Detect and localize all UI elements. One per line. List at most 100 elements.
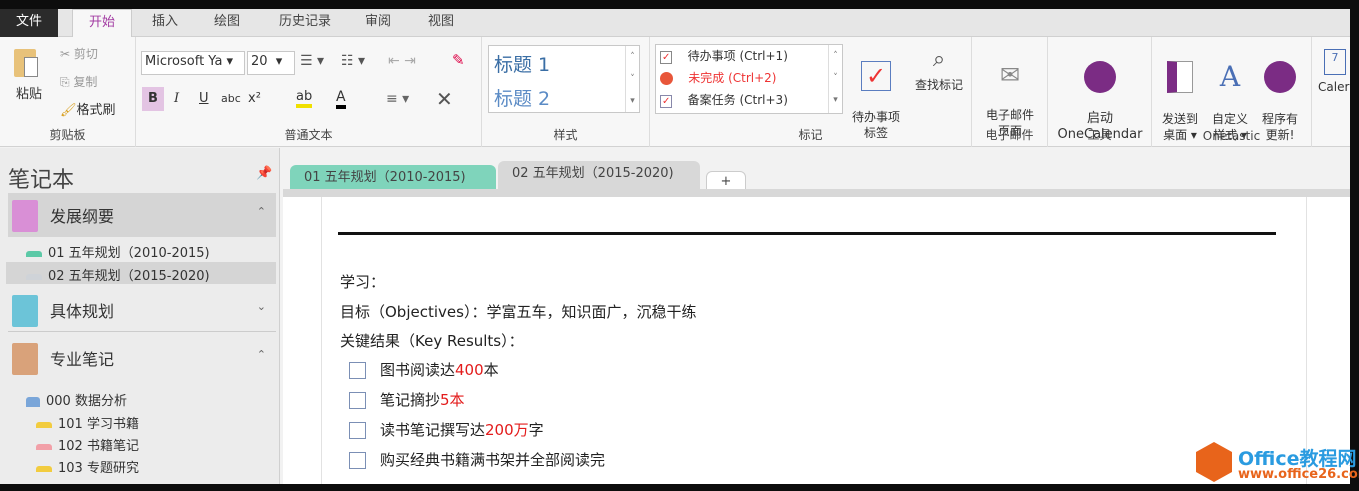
strikethrough-button[interactable]: abc	[221, 92, 241, 105]
gear-icon	[1264, 61, 1296, 93]
section-item[interactable]: 102 书籍笔记	[36, 435, 139, 454]
cut-button[interactable]: ✂ 剪切	[60, 45, 98, 62]
tab-view[interactable]: 视图	[416, 9, 466, 37]
tab-history[interactable]: 历史记录	[262, 9, 348, 37]
underline-button[interactable]: U	[199, 91, 209, 106]
styles-gallery[interactable]: 标题 1 标题 2 ˄ ˅ ▾	[488, 45, 640, 113]
section-tab-2015-2020[interactable]: 02 五年规划（2015-2020)	[498, 161, 700, 191]
styles-scroll[interactable]: ˄ ˅ ▾	[625, 46, 639, 112]
section-label: 02 五年规划（2015-2020)	[48, 269, 210, 284]
notebook-item[interactable]: 具体规划 ⌄	[8, 288, 276, 332]
copy-button[interactable]: ⎘ 复制	[60, 73, 97, 90]
styles-group: 标题 1 标题 2 ˄ ˅ ▾ 样式	[482, 37, 650, 147]
section-label: 103 专题研究	[58, 461, 139, 476]
todo-highlight: 200万	[485, 421, 529, 439]
notebook-item[interactable]: 发展纲要 ⌃	[8, 193, 276, 237]
content-heading: 学习：	[340, 273, 386, 291]
objective-line[interactable]: 目标（Objectives）：学富五车，知识面广，沉稳干练	[340, 301, 696, 322]
section-label: 101 学习书籍	[58, 417, 139, 432]
section-item[interactable]: 01 五年规划（2010-2015)	[26, 242, 210, 261]
horizontal-rule	[338, 232, 1276, 235]
font-name-value: Microsoft Ya	[145, 54, 223, 69]
chevron-down-icon[interactable]: ⌄	[257, 300, 266, 313]
tag-backup-task[interactable]: ✓ 备案任务 (Ctrl+3)	[660, 91, 788, 108]
todo-item[interactable]: 图书阅读达400本	[349, 359, 499, 380]
tab-file[interactable]: 文件	[0, 9, 58, 37]
section-label: 102 书籍笔记	[58, 439, 139, 454]
basic-text-group-label: 普通文本	[284, 128, 333, 142]
checkbox[interactable]	[349, 452, 366, 469]
tags-group-label: 标记	[798, 128, 823, 142]
onetastic-group-label: Onetastic	[1202, 129, 1261, 143]
font-name-select[interactable]: Microsoft Ya ▾	[141, 51, 245, 75]
bold-button[interactable]: B	[142, 87, 164, 111]
paste-label: 粘贴	[16, 87, 43, 102]
section-tab-2010-2015[interactable]: 01 五年规划（2010-2015)	[290, 165, 496, 191]
todo-item[interactable]: 笔记摘抄5本	[349, 389, 465, 410]
pin-icon[interactable]: 📌	[256, 166, 272, 181]
section-color-icon	[36, 421, 52, 428]
scissors-icon: ✂	[60, 47, 74, 61]
section-item-active[interactable]: 02 五年规划（2015-2020)	[26, 265, 210, 284]
section-group-item[interactable]: 000 数据分析	[26, 390, 127, 409]
find-tags-button[interactable]: ⌕ 查找标记	[908, 45, 970, 93]
cut-label: 剪切	[73, 47, 98, 61]
section-color-icon	[36, 443, 52, 450]
tags-gallery[interactable]: ✓ 待办事项 (Ctrl+1) 未完成 (Ctrl+2) ✓ 备案任务 (Ctr…	[655, 44, 843, 114]
tools-group-label: 工具	[1087, 128, 1112, 142]
chevron-up-icon[interactable]: ⌃	[257, 348, 266, 361]
find-tags-icon: ⌕	[932, 47, 946, 72]
numbering-button[interactable]: ☷ ▾	[341, 53, 365, 69]
envelope-icon: ✉	[999, 61, 1021, 89]
outdent-button[interactable]: ⇤ ⇥	[388, 53, 416, 69]
tag-todo[interactable]: ✓ 待办事项 (Ctrl+1)	[660, 47, 788, 64]
key-results-line[interactable]: 关键结果（Key Results）：	[340, 330, 524, 351]
tab-insert[interactable]: 插入	[140, 9, 190, 37]
chevron-up-icon[interactable]: ⌃	[257, 205, 266, 218]
section-item[interactable]: 101 学习书籍	[36, 413, 139, 432]
brush-icon: 🖌	[60, 103, 77, 118]
tab-draw[interactable]: 绘图	[200, 9, 254, 37]
calendar-button[interactable]: 7 Caler	[1318, 45, 1350, 95]
add-section-button[interactable]: +	[706, 171, 746, 191]
checkbox[interactable]	[349, 392, 366, 409]
superscript-button[interactable]: x²	[248, 91, 261, 106]
format-painter-button[interactable]: 🖌格式刷	[60, 99, 116, 118]
tools-group: 启动 OneCalendar 工具	[1048, 37, 1152, 147]
tab-review[interactable]: 审阅	[356, 9, 400, 37]
ribbon-tabs: 文件 开始 插入 绘图 历史记录 审阅 视图	[0, 9, 1350, 38]
paste-button[interactable]	[14, 45, 44, 81]
clipboard-group-label: 剪贴板	[49, 128, 86, 142]
todo-text: 笔记摘抄	[380, 391, 441, 409]
delete-icon[interactable]: ✕	[436, 87, 453, 111]
style-heading-1[interactable]: 标题 1	[494, 50, 550, 77]
tab-home[interactable]: 开始	[72, 9, 132, 38]
italic-button[interactable]: I	[174, 91, 179, 106]
tags-scroll[interactable]: ˄ ˅ ▾	[828, 45, 842, 113]
todo-text: 购买经典书籍满书架并全部阅读完	[380, 451, 606, 469]
checkbox[interactable]	[349, 362, 366, 379]
clear-format-icon[interactable]: ✎	[452, 51, 465, 69]
font-color-icon[interactable]: A	[336, 89, 346, 109]
email-group-label: 电子邮件	[985, 128, 1034, 142]
onecalendar-icon	[1084, 61, 1116, 93]
tags-group: ✓ 待办事项 (Ctrl+1) 未完成 (Ctrl+2) ✓ 备案任务 (Ctr…	[650, 37, 972, 147]
section-color-icon	[36, 465, 52, 472]
email-page-button[interactable]: ✉ 电子邮件 页面	[976, 45, 1044, 139]
todo-item[interactable]: 购买经典书籍满书架并全部阅读完	[349, 449, 605, 470]
section-label: 000 数据分析	[46, 394, 127, 409]
highlight-icon[interactable]: ab	[296, 89, 313, 108]
tag-incomplete[interactable]: 未完成 (Ctrl+2)	[660, 69, 777, 86]
todo-item[interactable]: 读书笔记撰写达200万字	[349, 419, 544, 440]
font-size-select[interactable]: 20 ▾	[247, 51, 295, 75]
notebook-item[interactable]: 专业笔记 ⌃	[8, 336, 276, 380]
notebook-icon	[12, 343, 38, 375]
clipboard-group: 粘贴 ✂ 剪切 ⎘ 复制 🖌格式刷 剪贴板	[0, 37, 136, 147]
align-button[interactable]: ≡ ▾	[386, 91, 409, 107]
sad-face-icon	[660, 72, 673, 85]
section-item[interactable]: 103 专题研究	[36, 457, 139, 476]
checkbox[interactable]	[349, 422, 366, 439]
bullets-button[interactable]: ☰ ▾	[300, 53, 324, 69]
todo-highlight: 5本	[440, 391, 465, 409]
style-heading-2[interactable]: 标题 2	[494, 84, 550, 111]
